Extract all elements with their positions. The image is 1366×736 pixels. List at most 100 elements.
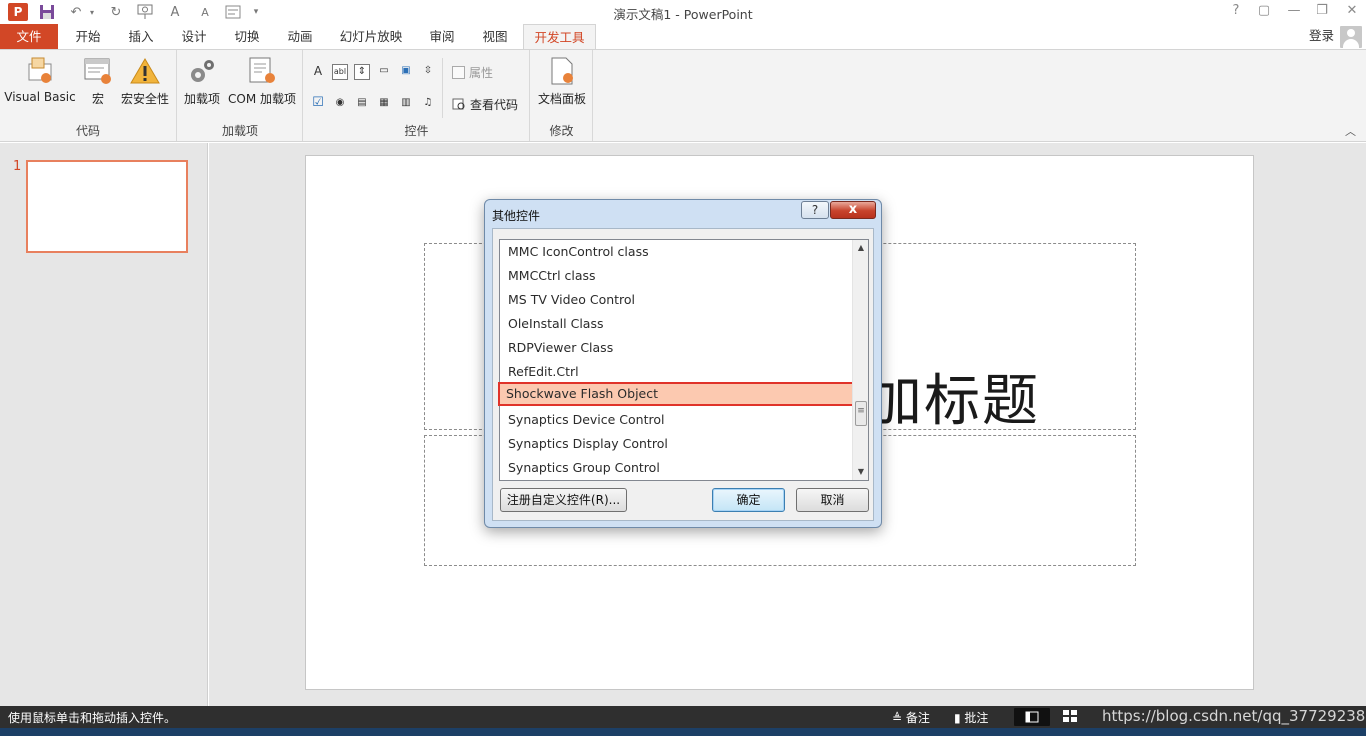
list-item[interactable]: Synaptics Device Control	[500, 408, 853, 432]
list-item[interactable]: RefEdit.Ctrl	[500, 360, 853, 384]
window-title: 演示文稿1 - PowerPoint	[613, 7, 753, 22]
com-addins-button[interactable]: COM 加载项	[224, 56, 300, 107]
more-controls-icon[interactable]: ♫	[420, 96, 436, 112]
comments-button[interactable]: ▮ 批注	[954, 709, 988, 726]
close-icon[interactable]: ✕	[1341, 3, 1363, 18]
slide-sorter-view-button[interactable]	[1062, 708, 1078, 727]
normal-view-button[interactable]	[1014, 708, 1050, 726]
slide-thumbnail[interactable]	[26, 160, 188, 253]
addins-label: 加载项	[183, 92, 220, 106]
visual-basic-icon	[24, 56, 56, 86]
help-icon[interactable]: ?	[1225, 3, 1247, 18]
tab-animations[interactable]: 动画	[276, 24, 324, 49]
image-control-icon[interactable]: ▣	[398, 64, 414, 80]
tab-file[interactable]: 文件	[0, 24, 58, 49]
macros-icon	[82, 56, 114, 86]
register-custom-control-button[interactable]: 注册自定义控件(R)...	[500, 488, 627, 512]
macro-security-label: 宏安全性	[120, 92, 169, 106]
textbox-control-icon[interactable]: abl	[332, 64, 348, 80]
document-panel-button[interactable]: 文档面板	[534, 56, 590, 107]
combobox-control-icon[interactable]: ▤	[354, 96, 370, 112]
gears-icon	[186, 56, 218, 86]
com-addins-label: COM 加载项	[228, 92, 296, 106]
cancel-button[interactable]: 取消	[796, 488, 869, 512]
toggle-button-control-icon[interactable]: ▥	[398, 96, 414, 112]
label-control-icon[interactable]: A	[310, 64, 326, 80]
spin-button-control-icon[interactable]: ⇕	[354, 64, 370, 80]
ribbon-tabs: 文件 开始 插入 设计 切换 动画 幻灯片放映 审阅 视图 开发工具 登录	[0, 24, 1366, 50]
macros-label: 宏	[91, 92, 104, 106]
properties-icon	[452, 66, 465, 79]
properties-label: 属性	[469, 66, 494, 80]
view-code-label: 查看代码	[470, 98, 519, 112]
tab-review[interactable]: 审阅	[418, 24, 466, 49]
avatar[interactable]	[1340, 26, 1362, 48]
dialog-close-button[interactable]: x	[830, 201, 876, 219]
ribbon-group-code: Visual Basic 宏 宏安全性 代码	[0, 50, 177, 141]
separator	[442, 58, 443, 118]
checkbox-control-icon[interactable]: ☑	[310, 96, 326, 112]
ribbon-group-addins-label: 加载项	[221, 124, 258, 138]
dialog-title: 其他控件	[492, 209, 541, 223]
ribbon-group-controls-label: 控件	[404, 124, 429, 138]
status-bar: 使用鼠标单击和拖动插入控件。 ≜ 备注 ▮ 批注 https://blog.cs…	[0, 706, 1366, 728]
option-button-control-icon[interactable]: ◉	[332, 96, 348, 112]
visual-basic-label: Visual Basic	[4, 90, 76, 104]
properties-button[interactable]: 属性	[452, 64, 493, 81]
macros-button[interactable]: 宏	[80, 56, 116, 107]
ribbon-group-addins: 加载项 COM 加载项 加载项	[178, 50, 303, 141]
ok-button[interactable]: 确定	[712, 488, 785, 512]
document-panel-label: 文档面板	[537, 92, 586, 106]
dialog-help-button[interactable]: ?	[801, 201, 829, 219]
url-watermark: https://blog.csdn.net/qq_37729238	[1102, 707, 1366, 725]
minimize-icon[interactable]: —	[1283, 3, 1305, 18]
ribbon-group-modify-label: 修改	[549, 124, 574, 138]
status-message: 使用鼠标单击和拖动插入控件。	[8, 711, 177, 725]
tab-developer[interactable]: 开发工具	[523, 24, 596, 50]
document-panel-icon	[546, 56, 578, 86]
collapse-ribbon-icon[interactable]: ︿	[1345, 123, 1356, 139]
scroll-down-icon[interactable]: ▼	[853, 464, 869, 480]
windows-taskbar	[0, 728, 1366, 736]
warning-icon	[129, 56, 161, 86]
restore-icon[interactable]: ❐	[1311, 3, 1333, 18]
tab-insert[interactable]: 插入	[117, 24, 165, 49]
tab-home[interactable]: 开始	[64, 24, 112, 49]
ribbon-group-controls: A abl ⇕ ▭ ▣ ⇳ ☑ ◉ ▤ ▦ ▥ ♫ 属性 查看代码 控件	[304, 50, 530, 141]
tab-transitions[interactable]: 切换	[223, 24, 271, 49]
list-item[interactable]: MS TV Video Control	[500, 288, 853, 312]
command-button-control-icon[interactable]: ▭	[376, 64, 392, 80]
list-item[interactable]: OleInstall Class	[500, 312, 853, 336]
dialog-body: MMC IconControl class MMCCtrl class MS T…	[492, 228, 874, 521]
notes-button[interactable]: ≜ 备注	[892, 709, 930, 726]
list-item-selected[interactable]: Shockwave Flash Object	[498, 382, 856, 406]
scrollbar-control-icon[interactable]: ⇳	[420, 64, 436, 80]
list-item[interactable]: Synaptics Display Control	[500, 432, 853, 456]
tab-design[interactable]: 设计	[170, 24, 218, 49]
more-controls-dialog: 其他控件 ? x MMC IconControl class MMCCtrl c…	[484, 199, 882, 528]
list-item[interactable]: RDPViewer Class	[500, 336, 853, 360]
ribbon: Visual Basic 宏 宏安全性 代码 加载项 COM 加载项 加载项 A…	[0, 49, 1366, 142]
addins-button[interactable]: 加载项	[182, 56, 222, 107]
controls-listbox[interactable]: MMC IconControl class MMCCtrl class MS T…	[498, 239, 869, 481]
title-bar: P ↶ ▾ ↻ A A ▾ 演示文稿1 - PowerPoint ? ▢ — ❐…	[0, 0, 1366, 24]
view-code-icon	[452, 98, 466, 111]
macro-security-button[interactable]: 宏安全性	[119, 56, 171, 107]
listbox-scrollbar[interactable]: ▲ ▼	[852, 240, 868, 480]
view-code-button[interactable]: 查看代码	[452, 96, 518, 113]
list-item[interactable]: MMC IconControl class	[500, 240, 853, 264]
com-addins-icon	[246, 56, 278, 86]
ribbon-display-options-icon[interactable]: ▢	[1253, 3, 1275, 18]
visual-basic-button[interactable]: Visual Basic	[4, 56, 76, 104]
ribbon-group-modify: 文档面板 修改	[531, 50, 593, 141]
tab-view[interactable]: 视图	[471, 24, 519, 49]
slide-thumbnail-pane: 1	[0, 143, 208, 706]
scroll-up-icon[interactable]: ▲	[853, 240, 869, 256]
scrollbar-thumb[interactable]	[855, 401, 867, 426]
sign-in-link[interactable]: 登录	[1309, 24, 1334, 47]
list-item[interactable]: Synaptics Group Control	[500, 456, 853, 480]
slide-number: 1	[13, 159, 22, 174]
list-item[interactable]: MMCCtrl class	[500, 264, 853, 288]
listbox-control-icon[interactable]: ▦	[376, 96, 392, 112]
tab-slideshow[interactable]: 幻灯片放映	[331, 24, 411, 49]
